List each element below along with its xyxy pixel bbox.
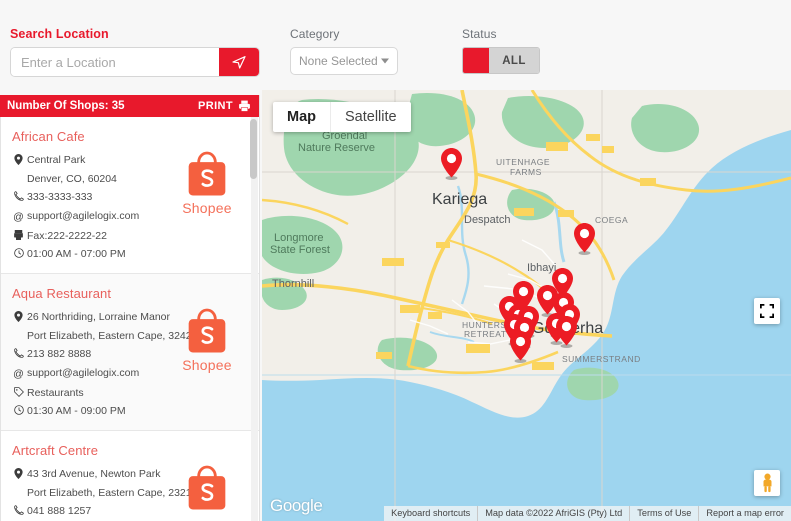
- phone-icon: [12, 347, 25, 359]
- shop-email: support@agilelogix.com: [27, 210, 140, 223]
- category-selected-value: None Selected: [299, 54, 378, 68]
- send-icon: [232, 56, 246, 69]
- shop-count-header: Number Of Shops: 35 PRINT: [0, 95, 259, 117]
- shop-address-line1: 43 3rd Avenue, Newton Park: [27, 468, 161, 480]
- shop-address-line1: 26 Northriding, Lorraine Manor: [27, 311, 170, 323]
- shopee-bag-icon: [188, 465, 226, 510]
- google-attribution: Google: [270, 496, 323, 515]
- shop-card[interactable]: African Cafe Central Park Denver, CO, 60…: [1, 117, 259, 299]
- shop-list[interactable]: African Cafe Central Park Denver, CO, 60…: [0, 117, 259, 521]
- shopee-bag-icon: [188, 151, 226, 196]
- map-canvas[interactable]: Groendal Nature Reserve UITENHAGE FARMS …: [262, 90, 791, 521]
- status-all-button[interactable]: ALL: [489, 48, 539, 73]
- phone-icon: [12, 504, 25, 516]
- shop-name: Artcraft Centre: [12, 443, 99, 458]
- filter-toolbar: Search Location Category None Selected S…: [0, 0, 791, 90]
- location-pin-icon: [12, 467, 25, 479]
- search-location-label: Search Location: [10, 27, 109, 41]
- printer-icon: [239, 100, 250, 112]
- terms-of-use-link[interactable]: Terms of Use: [629, 506, 698, 521]
- at-icon: @: [13, 368, 24, 381]
- fax-icon: [12, 229, 25, 240]
- sidebar-scrollbar-thumb[interactable]: [250, 119, 257, 179]
- shop-name: African Cafe: [12, 129, 85, 144]
- search-location-field: Search Location: [10, 27, 260, 77]
- shop-phone: 041 888 1257: [27, 505, 92, 518]
- store-locator-page: Search Location Category None Selected S…: [0, 0, 791, 521]
- location-pin-icon: [12, 153, 25, 165]
- shop-fax: Fax:222-2222-22: [27, 229, 107, 242]
- shop-phone: 333-3333-333: [27, 191, 93, 204]
- shop-hours: 01:30 AM - 09:00 PM: [27, 405, 126, 418]
- shop-logo: [169, 461, 245, 513]
- tag-icon: [12, 386, 25, 397]
- map-marker[interactable]: [554, 315, 579, 353]
- map-footer: Keyboard shortcuts Map data ©2022 AfriGI…: [384, 506, 791, 521]
- shop-category: Restaurants: [27, 386, 84, 399]
- status-label: Status: [462, 27, 497, 41]
- shop-address-line2: Port Elizabeth, Eastern Cape, 3242: [27, 329, 192, 342]
- shop-card[interactable]: Artcraft Centre 43 3rd Avenue, Newton Pa…: [1, 431, 259, 521]
- category-select[interactable]: None Selected: [290, 47, 398, 75]
- shop-hours-row: 01:30 AM - 09:00 PM: [12, 404, 247, 418]
- search-input[interactable]: [11, 48, 219, 76]
- status-toggle[interactable]: ALL: [462, 47, 540, 74]
- search-input-wrapper: [10, 47, 260, 77]
- map-marker[interactable]: [439, 147, 464, 185]
- shop-logo-text: Shopee: [182, 200, 232, 216]
- shop-address-line1: Central Park: [27, 154, 86, 166]
- at-icon: @: [13, 211, 24, 224]
- category-label: Category: [290, 27, 340, 41]
- fullscreen-button[interactable]: [754, 298, 780, 324]
- print-label: PRINT: [198, 100, 233, 112]
- map-type-control: Map Satellite: [273, 102, 411, 132]
- fullscreen-icon: [760, 304, 774, 318]
- shop-address-line2: Denver, CO, 60204: [27, 172, 117, 185]
- shop-logo-text: Shopee: [182, 357, 232, 373]
- status-field: Status ALL: [462, 27, 540, 74]
- phone-icon: [12, 190, 25, 202]
- map-marker[interactable]: [572, 222, 597, 260]
- map-type-satellite-button[interactable]: Satellite: [330, 102, 411, 132]
- chevron-down-icon: [381, 58, 389, 64]
- clock-icon: [12, 404, 25, 416]
- print-button[interactable]: PRINT: [198, 100, 251, 112]
- pegman-icon: [763, 473, 771, 493]
- shopee-bag-icon: [188, 308, 226, 353]
- map-data-attribution: Map data ©2022 AfriGIS (Pty) Ltd: [477, 506, 629, 521]
- shop-count-label: Number Of Shops: 35: [7, 100, 125, 112]
- location-pin-icon: [12, 310, 25, 322]
- status-color-swatch: [463, 48, 489, 73]
- shop-name: Aqua Restaurant: [12, 286, 112, 301]
- report-map-error-link[interactable]: Report a map error: [698, 506, 791, 521]
- shop-category-row: Restaurants: [12, 386, 247, 400]
- map-type-map-button[interactable]: Map: [273, 102, 330, 132]
- shop-list-sidebar: Number Of Shops: 35 PRINT African Cafe C…: [0, 95, 260, 521]
- shop-email: support@agilelogix.com: [27, 367, 140, 380]
- search-submit-button[interactable]: [219, 48, 259, 76]
- shop-logo: Shopee: [169, 304, 245, 373]
- shop-logo: Shopee: [169, 147, 245, 216]
- map-marker[interactable]: [508, 330, 533, 368]
- shop-fax-row: Fax:222-2222-22: [12, 229, 247, 243]
- street-view-button[interactable]: [754, 470, 780, 496]
- category-field: Category None Selected: [290, 27, 398, 75]
- shop-hours-row: 01:00 AM - 07:00 PM: [12, 247, 247, 261]
- shop-phone: 213 882 8888: [27, 348, 92, 361]
- shop-hours: 01:00 AM - 07:00 PM: [27, 248, 126, 261]
- shop-card[interactable]: Aqua Restaurant 26 Northriding, Lorraine…: [1, 274, 259, 456]
- shop-address-line2: Port Elizabeth, Eastern Cape, 2321: [27, 486, 192, 499]
- keyboard-shortcuts-link[interactable]: Keyboard shortcuts: [384, 506, 477, 521]
- clock-icon: [12, 247, 25, 259]
- sidebar-scrollbar-track[interactable]: [250, 117, 258, 521]
